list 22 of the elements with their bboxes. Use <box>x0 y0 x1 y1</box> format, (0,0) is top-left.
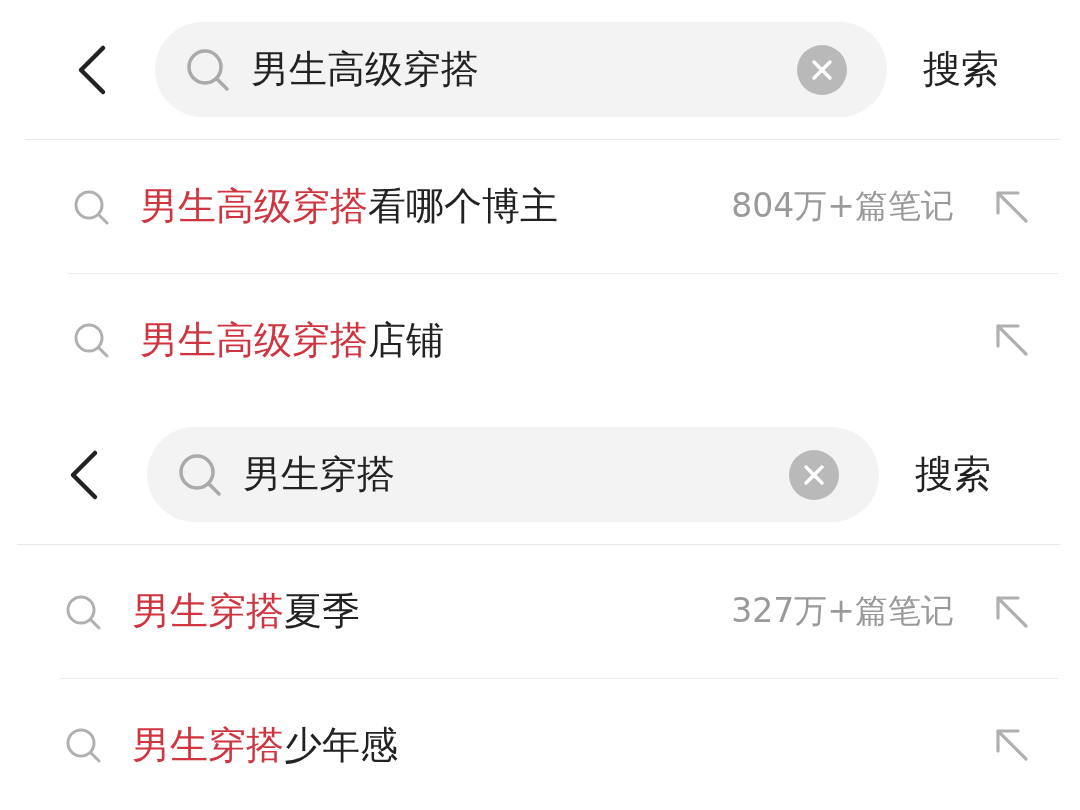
search-icon <box>72 321 110 359</box>
suggestion-item[interactable]: 男生高级穿搭店铺 <box>140 314 994 366</box>
clear-icon[interactable] <box>797 44 847 95</box>
arrow-icon[interactable] <box>994 593 1030 630</box>
suggestion-item[interactable]: 男生高级穿搭看哪个博主 <box>140 181 732 232</box>
search-button[interactable]: 搜索 <box>915 449 991 500</box>
search-field[interactable]: 男生高级穿搭 <box>155 22 887 117</box>
search-icon <box>177 451 223 498</box>
search-button[interactable]: 搜索 <box>923 44 999 95</box>
clear-icon[interactable] <box>789 449 839 500</box>
note-count: 327万+篇笔记 <box>731 590 954 632</box>
search-field[interactable]: 男生穿搭 <box>147 427 879 522</box>
search-icon <box>64 726 102 764</box>
search-icon <box>185 46 231 93</box>
suggestion-item[interactable]: 男生穿搭夏季 <box>132 586 732 637</box>
search-query: 男生高级穿搭 <box>251 46 480 93</box>
arrow-icon[interactable] <box>994 188 1030 225</box>
note-count: 804万+篇笔记 <box>731 185 954 227</box>
search-query: 男生穿搭 <box>243 451 396 498</box>
arrow-icon[interactable] <box>994 727 1030 763</box>
suggestion-item[interactable]: 男生穿搭少年感 <box>132 719 994 771</box>
arrow-icon[interactable] <box>994 322 1030 358</box>
